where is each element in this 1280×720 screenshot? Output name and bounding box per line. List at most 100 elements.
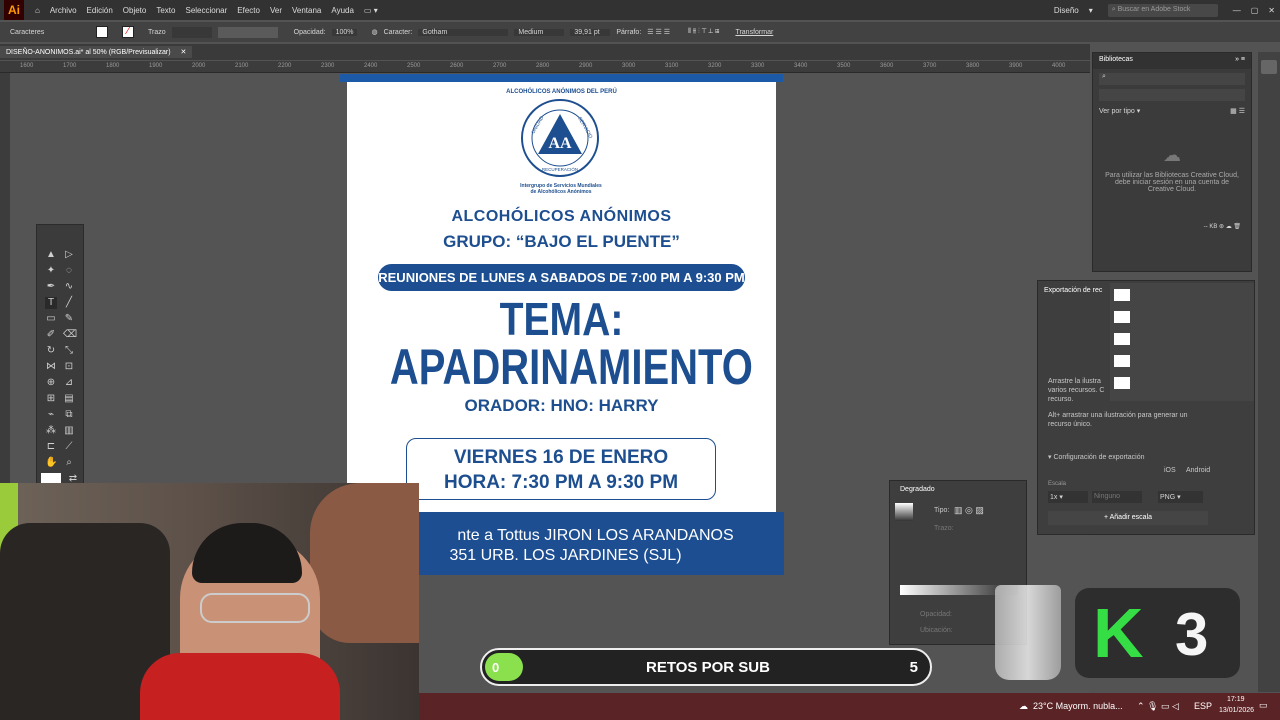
workspace-select[interactable]: Diseño — [1049, 6, 1084, 15]
android-label[interactable]: Android — [1186, 467, 1210, 474]
hand-tool-icon[interactable]: ✋ — [45, 457, 57, 469]
menu-seleccionar[interactable]: Seleccionar — [180, 6, 232, 15]
k3-counter: K 3 — [1075, 588, 1240, 678]
ios-label[interactable]: iOS — [1164, 467, 1176, 474]
workspace-switcher-icon[interactable]: ▭ ▾ — [359, 6, 383, 15]
eyedropper-tool-icon[interactable]: ⌁ — [45, 409, 57, 421]
panel-icon[interactable] — [1261, 60, 1277, 74]
tray-icons[interactable]: ⌃ 🎙 ▭ ◁ — [1137, 701, 1179, 712]
stock-search[interactable]: ⌕ Buscar en Adobe Stock — [1107, 3, 1218, 17]
asset-thumb-5[interactable] — [1114, 377, 1130, 389]
size-field[interactable]: 39,91 pt — [570, 28, 611, 36]
gradient-tool-icon[interactable]: ▤ — [63, 393, 75, 405]
shaper-tool-icon[interactable]: ✐ — [45, 329, 57, 341]
globe-icon[interactable]: ◍ — [371, 28, 377, 36]
zoom-tool-icon[interactable]: ⌕ — [63, 457, 75, 469]
clock-date[interactable]: 13/01/2026 — [1219, 707, 1254, 714]
align-icons[interactable]: ☰ ☰ ☰ — [647, 28, 670, 36]
stroke-width-field[interactable] — [171, 26, 212, 38]
direct-selection-tool-icon[interactable]: ▷ — [63, 249, 75, 261]
align-objects-icons[interactable]: ⫴ ⫵ ⫶ ⊤ ⊥ ⊞ — [688, 28, 719, 36]
poster-date: VIERNES 16 DE ENERO — [453, 447, 669, 468]
grid-list-icons[interactable]: ▦ ☰ — [1230, 107, 1245, 115]
document-tab[interactable]: DISEÑO-ANONIMOS.ai* al 50% (RGB/Previsua… — [0, 46, 193, 58]
font-field[interactable]: Gotham — [418, 28, 509, 36]
panel-menu-icon[interactable]: » ≡ — [1235, 56, 1245, 63]
symbol-sprayer-tool-icon[interactable]: ⁂ — [45, 425, 57, 437]
tab-close-icon[interactable]: ✕ — [181, 49, 187, 56]
asset-thumb-3[interactable] — [1114, 333, 1130, 345]
rectangle-tool-icon[interactable]: ▭ — [45, 313, 57, 325]
weather-icon[interactable]: ☁ — [1019, 701, 1028, 712]
language-indicator[interactable]: ESP — [1194, 701, 1212, 711]
maximize-button[interactable]: ▢ — [1246, 6, 1264, 15]
mesh-tool-icon[interactable]: ⊞ — [45, 393, 57, 405]
menu-edicion[interactable]: Edición — [82, 6, 118, 15]
variable-width-field[interactable] — [217, 26, 278, 38]
paragraph-label[interactable]: Párrafo: — [616, 29, 641, 36]
menu-ventana[interactable]: Ventana — [287, 6, 326, 15]
lasso-tool-icon[interactable]: ◌ — [63, 265, 75, 277]
poster-date-box: VIERNES 16 DE ENERO HORA: 7:30 PM A 9:30… — [406, 438, 716, 500]
menu-archivo[interactable]: Archivo — [45, 6, 82, 15]
shape-builder-tool-icon[interactable]: ⊕ — [45, 377, 57, 389]
asset-thumb-2[interactable] — [1114, 311, 1130, 323]
selection-tool-icon[interactable]: ▲ — [45, 249, 57, 261]
export-assets-list[interactable] — [1110, 283, 1254, 401]
stroke-label: Trazo — [148, 28, 166, 36]
perspective-grid-tool-icon[interactable]: ⊿ — [63, 377, 75, 389]
scale-select[interactable]: 1x ▾ — [1048, 491, 1088, 503]
blend-tool-icon[interactable]: ⧉ — [63, 409, 75, 421]
gradient-type-icons[interactable]: ▥ ◎ ▨ — [954, 505, 984, 516]
paintbrush-tool-icon[interactable]: ✎ — [63, 313, 75, 325]
type-tool-icon[interactable]: T — [45, 297, 57, 309]
cc-icons[interactable]: ⊛ ☁ 🗑 — [1219, 224, 1241, 230]
menu-efecto[interactable]: Efecto — [232, 6, 265, 15]
menu-ayuda[interactable]: Ayuda — [326, 6, 359, 15]
libraries-dropdown[interactable] — [1099, 89, 1245, 101]
minimize-button[interactable]: — — [1228, 6, 1246, 15]
ruler-tick: 3700 — [923, 63, 937, 69]
opacity-field[interactable]: 100% — [331, 28, 358, 36]
artboard-tool-icon[interactable]: ⊏ — [45, 441, 57, 453]
libraries-message: Para utilizar las Bibliotecas Creative C… — [1105, 172, 1239, 193]
rotate-tool-icon[interactable]: ↻ — [45, 345, 57, 357]
libraries-view[interactable]: Ver por tipo ▾ ▦ ☰ — [1099, 107, 1245, 115]
ruler-tick: 3400 — [794, 63, 808, 69]
menu-objeto[interactable]: Objeto — [118, 6, 152, 15]
char-label[interactable]: Caracter: — [384, 29, 413, 36]
width-tool-icon[interactable]: ⋈ — [45, 361, 57, 373]
export-config[interactable]: ▾ Configuración de exportación — [1048, 453, 1145, 461]
home-icon[interactable]: ⌂ — [30, 6, 45, 15]
scale-tool-icon[interactable]: ⤡ — [63, 345, 75, 357]
weight-field[interactable]: Medium — [514, 28, 565, 36]
free-transform-tool-icon[interactable]: ⊡ — [63, 361, 75, 373]
format-select[interactable]: PNG ▾ — [1158, 491, 1203, 503]
add-scale-button[interactable]: + Añadir escala — [1048, 511, 1208, 525]
pen-tool-icon[interactable]: ✒ — [45, 281, 57, 293]
line-tool-icon[interactable]: ╱ — [63, 297, 75, 309]
notifications-icon[interactable]: ▭ — [1259, 700, 1268, 711]
menu-texto[interactable]: Texto — [151, 6, 180, 15]
transform-button[interactable]: Transformar — [735, 29, 773, 36]
ruler-tick: 2400 — [364, 63, 378, 69]
asset-thumb-4[interactable] — [1114, 355, 1130, 367]
asset-thumb-1[interactable] — [1114, 289, 1130, 301]
close-button[interactable]: ✕ — [1263, 6, 1280, 15]
weather-text[interactable]: 23°C Mayorm. nubla... — [1033, 701, 1123, 711]
poster-tema: TEMA: — [499, 293, 624, 345]
slice-tool-icon[interactable]: ⟋ — [63, 441, 75, 453]
suffix-input[interactable]: Ninguno — [1092, 491, 1142, 503]
fill-swatch[interactable] — [96, 26, 108, 38]
libraries-search[interactable]: ⌕ — [1099, 73, 1245, 85]
stroke-swatch[interactable]: ⁄ — [122, 26, 134, 38]
ruler-tick: 3800 — [966, 63, 980, 69]
curvature-tool-icon[interactable]: ∿ — [63, 281, 75, 293]
magic-wand-tool-icon[interactable]: ✦ — [45, 265, 57, 277]
column-graph-tool-icon[interactable]: ▥ — [63, 425, 75, 437]
menu-ver[interactable]: Ver — [265, 6, 287, 15]
clock-time[interactable]: 17:19 — [1227, 696, 1245, 703]
poster-heading-1: ALCOHÓLICOS ANÓNIMOS — [451, 208, 672, 225]
eraser-tool-icon[interactable]: ⌫ — [63, 329, 77, 341]
gradient-swatch[interactable] — [895, 503, 913, 521]
